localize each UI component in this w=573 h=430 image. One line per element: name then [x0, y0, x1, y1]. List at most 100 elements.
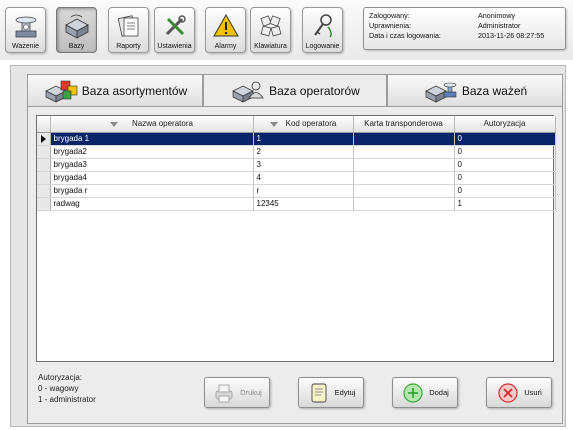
column-header-operator-name[interactable]: Nazwa operatora [50, 116, 254, 133]
cell-operator-code[interactable]: 3 [253, 158, 354, 172]
tab-operators[interactable]: Baza operatorów [203, 74, 387, 107]
cell-operator-name[interactable]: brygada r [50, 184, 254, 198]
table-header-row: Nazwa operatora Kod operatora Karta tran… [37, 116, 556, 133]
tab-products[interactable]: Baza asortymentów [27, 74, 203, 107]
alarms-button[interactable]: Alarmy [205, 7, 246, 53]
delete-button-label: Usuń [524, 388, 542, 397]
scale-icon [15, 16, 36, 38]
operators-table-container[interactable]: Nazwa operatora Kod operatora Karta tran… [36, 115, 556, 362]
rights-value: Administrator [478, 21, 521, 30]
operators-table: Nazwa operatora Kod operatora Karta tran… [37, 116, 556, 211]
sort-arrow-icon [110, 121, 119, 127]
reports-icon [117, 15, 138, 37]
cell-operator-code[interactable]: 4 [253, 171, 354, 185]
cell-authorization[interactable]: 0 [454, 132, 556, 146]
current-row-arrow-icon [41, 134, 46, 143]
login-datetime-value: 2013-11-26 08:27:55 [478, 31, 545, 40]
reports-label: Raporty [116, 43, 141, 50]
cell-transponder-card[interactable] [353, 132, 455, 146]
weighing-button[interactable]: Ważenie [5, 7, 46, 53]
tab-operators-label: Baza operatorów [269, 83, 360, 98]
table-row[interactable]: brygada3 3 0 [37, 158, 556, 172]
cell-operator-code[interactable]: 1 [253, 132, 354, 146]
delete-button[interactable]: Usuń [486, 377, 552, 408]
table-row[interactable]: brygada2 2 0 [37, 145, 556, 159]
delete-icon [498, 382, 518, 403]
authorization-legend: Autoryzacja: 0 - wagowy 1 - administrato… [38, 372, 96, 405]
weighing-label: Ważenie [12, 43, 39, 50]
reports-button[interactable]: Raporty [108, 7, 149, 53]
database-tabs: Baza asortymentów Baza operatorów Baza w… [27, 74, 563, 107]
print-button[interactable]: Drukuj [204, 377, 270, 408]
sort-arrow-icon [269, 121, 278, 127]
print-button-label: Drukuj [240, 388, 262, 397]
weighings-icon [425, 82, 457, 103]
row-selector[interactable] [37, 197, 51, 211]
warning-icon [212, 13, 239, 37]
add-button-label: Dodaj [429, 388, 449, 397]
cell-authorization[interactable]: 0 [454, 184, 556, 198]
cell-operator-code[interactable]: 2 [253, 145, 354, 159]
logged-in-value: Anonimowy [478, 11, 516, 20]
keyboard-label: Klawiatura [254, 43, 287, 50]
database-icon [64, 14, 89, 39]
settings-label: Ustawienia [157, 43, 192, 50]
row-selector[interactable] [37, 158, 51, 172]
printer-icon [215, 384, 233, 402]
column-header-operator-code[interactable]: Kod operatora [253, 116, 354, 133]
column-header-authorization[interactable]: Autoryzacja [454, 116, 556, 133]
login-label: Logowanie [305, 43, 340, 50]
row-selector-header [37, 116, 51, 133]
operators-content: Nazwa operatora Kod operatora Karta tran… [27, 106, 563, 424]
table-row[interactable]: brygada 1 1 0 [37, 132, 556, 146]
row-selector[interactable] [37, 171, 51, 185]
login-datetime-label: Data i czas logowania: [369, 31, 441, 40]
rights-label: Uprawnienia: [369, 21, 411, 30]
login-icon [313, 14, 332, 38]
edit-button[interactable]: Edytuj [298, 377, 364, 408]
row-selector[interactable] [37, 184, 51, 198]
table-row[interactable]: brygada r r 0 [37, 184, 556, 198]
table-row[interactable]: brygada4 4 0 [37, 171, 556, 185]
cell-transponder-card[interactable] [353, 145, 455, 159]
login-button[interactable]: Logowanie [302, 7, 343, 53]
alarms-label: Alarmy [214, 43, 237, 50]
column-header-transponder-card[interactable]: Karta transponderowa [353, 116, 455, 133]
edit-icon [311, 383, 327, 402]
cell-authorization[interactable]: 0 [454, 171, 556, 185]
tab-weighings[interactable]: Baza ważeń [387, 74, 563, 107]
cell-transponder-card[interactable] [353, 158, 455, 172]
cell-operator-name[interactable]: brygada4 [50, 171, 254, 185]
settings-button[interactable]: Ustawienia [154, 7, 195, 53]
cell-operator-name[interactable]: brygada3 [50, 158, 254, 172]
cell-authorization[interactable]: 1 [454, 197, 556, 211]
cell-operator-name[interactable]: brygada 1 [50, 132, 254, 146]
operators-icon [232, 81, 264, 103]
cell-transponder-card[interactable] [353, 184, 455, 198]
main-panel: Baza asortymentów Baza operatorów Baza w… [10, 65, 566, 427]
tools-icon [165, 15, 186, 36]
add-icon [403, 382, 423, 403]
cell-transponder-card[interactable] [353, 171, 455, 185]
table-row[interactable]: radwag 12345 1 [37, 197, 556, 211]
keyboard-button[interactable]: Klawiatura [250, 7, 291, 53]
cell-authorization[interactable]: 0 [454, 158, 556, 172]
legend-title: Autoryzacja: [38, 373, 83, 382]
cell-operator-code[interactable]: r [253, 184, 354, 198]
keyboard-icon [259, 15, 281, 37]
cell-operator-name[interactable]: brygada2 [50, 145, 254, 159]
logged-in-label: Zalogowany: [369, 11, 410, 20]
products-icon [45, 80, 78, 103]
edit-button-label: Edytuj [334, 388, 356, 397]
cell-operator-name[interactable]: radwag [50, 197, 254, 211]
row-selector[interactable] [37, 132, 51, 146]
cell-transponder-card[interactable] [353, 197, 455, 211]
cell-operator-code[interactable]: 12345 [253, 197, 354, 211]
tab-products-label: Baza asortymentów [81, 84, 188, 98]
databases-label: Bazy [68, 43, 85, 50]
add-button[interactable]: Dodaj [392, 377, 458, 408]
row-selector[interactable] [37, 145, 51, 159]
legend-line-admin: 1 - administrator [38, 395, 96, 404]
databases-button[interactable]: Bazy [56, 7, 97, 53]
cell-authorization[interactable]: 0 [454, 145, 556, 159]
